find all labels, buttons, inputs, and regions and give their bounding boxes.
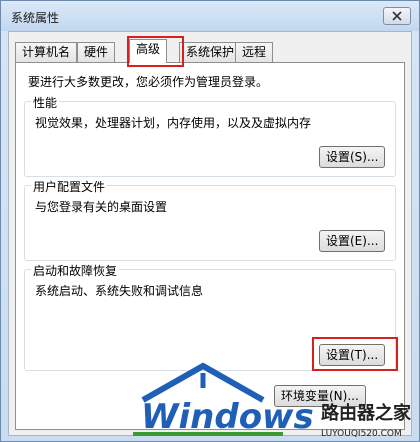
user-profiles-settings-button[interactable]: 设置(E)... bbox=[319, 230, 386, 252]
dialog-client-area: 计算机名 硬件 高级 系统保护 远程 要进行大多数更改，您必须作为管理员登录。 … bbox=[8, 31, 412, 436]
startup-recovery-title: 启动和故障恢复 bbox=[31, 262, 120, 279]
system-properties-window: 系统属性 计算机名 硬件 高级 系统保护 远程 要进行大多数更改，您必须作为管理… bbox=[0, 0, 420, 442]
tab-label: 远程 bbox=[242, 45, 267, 59]
user-profiles-group: 用户配置文件 与您登录有关的桌面设置 设置(E)... bbox=[24, 178, 396, 261]
startup-recovery-settings-button[interactable]: 设置(T)... bbox=[319, 344, 386, 366]
title-bar[interactable]: 系统属性 bbox=[1, 1, 419, 31]
tab-remote[interactable]: 远程 bbox=[235, 42, 274, 62]
startup-recovery-group: 启动和故障恢复 系统启动、系统失败和调试信息 设置(T)... bbox=[24, 262, 398, 371]
tab-computer-name[interactable]: 计算机名 bbox=[15, 42, 78, 62]
environment-variables-button[interactable]: 环境变量(N)... bbox=[274, 385, 366, 407]
tab-label: 系统保护 bbox=[186, 45, 235, 59]
performance-description: 视觉效果，处理器计划，内存使用，以及及虚拟内存 bbox=[35, 116, 312, 130]
performance-group: 性能 视觉效果，处理器计划，内存使用，以及及虚拟内存 设置(S)... bbox=[24, 94, 396, 177]
performance-title: 性能 bbox=[31, 94, 60, 111]
tab-label: 计算机名 bbox=[22, 45, 71, 59]
close-icon bbox=[392, 11, 402, 21]
tab-hardware[interactable]: 硬件 bbox=[77, 42, 116, 62]
tab-advanced[interactable]: 高级 bbox=[129, 39, 168, 63]
startup-recovery-description: 系统启动、系统失败和调试信息 bbox=[35, 284, 204, 298]
admin-notice: 要进行大多数更改，您必须作为管理员登录。 bbox=[28, 75, 269, 89]
window-title: 系统属性 bbox=[11, 11, 60, 25]
user-profiles-description: 与您登录有关的桌面设置 bbox=[35, 200, 168, 214]
tab-label: 高级 bbox=[136, 42, 161, 56]
close-button[interactable] bbox=[383, 7, 411, 25]
user-profiles-title: 用户配置文件 bbox=[31, 178, 108, 195]
tab-label: 硬件 bbox=[84, 45, 109, 59]
advanced-tab-panel: 要进行大多数更改，您必须作为管理员登录。 性能 视觉效果，处理器计划，内存使用，… bbox=[15, 62, 405, 430]
tab-system-protection[interactable]: 系统保护 bbox=[179, 42, 242, 62]
performance-settings-button[interactable]: 设置(S)... bbox=[319, 146, 386, 168]
